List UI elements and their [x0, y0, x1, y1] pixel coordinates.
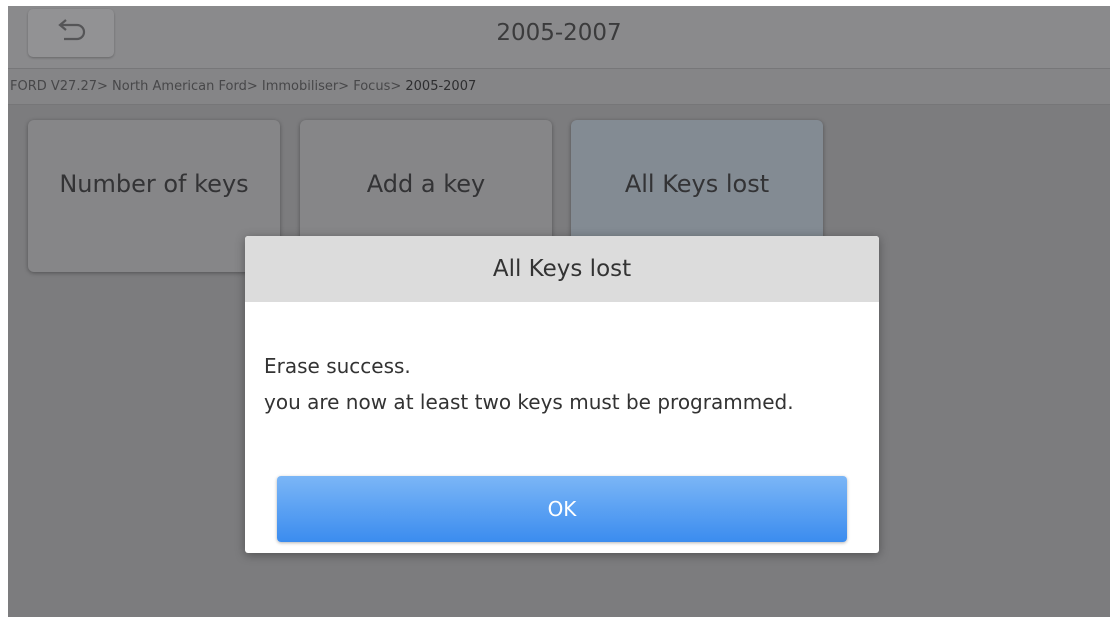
ok-button[interactable]: OK [277, 476, 847, 542]
page-title: 2005-2007 [496, 20, 622, 46]
alert-dialog: All Keys lost Erase success. you are now… [245, 236, 879, 553]
menu-item-label: Number of keys [59, 170, 249, 198]
app-screen: 2005-2007 FORD V27.27> North American Fo… [8, 6, 1110, 617]
dialog-message-line: you are now at least two keys must be pr… [264, 390, 794, 414]
menu-item-label: All Keys lost [624, 170, 770, 198]
dialog-message: Erase success. you are now at least two … [264, 348, 794, 420]
dialog-title: All Keys lost [245, 236, 879, 302]
menu-item-number-of-keys[interactable]: Number of keys [28, 120, 280, 272]
breadcrumb: FORD V27.27> North American Ford> Immobi… [8, 69, 1110, 105]
breadcrumb-current: 2005-2007 [405, 79, 477, 94]
breadcrumb-path: FORD V27.27> North American Ford> Immobi… [10, 79, 406, 94]
dialog-message-line: Erase success. [264, 354, 411, 378]
top-bar: 2005-2007 [8, 6, 1110, 69]
menu-item-label: Add a key [366, 170, 486, 198]
